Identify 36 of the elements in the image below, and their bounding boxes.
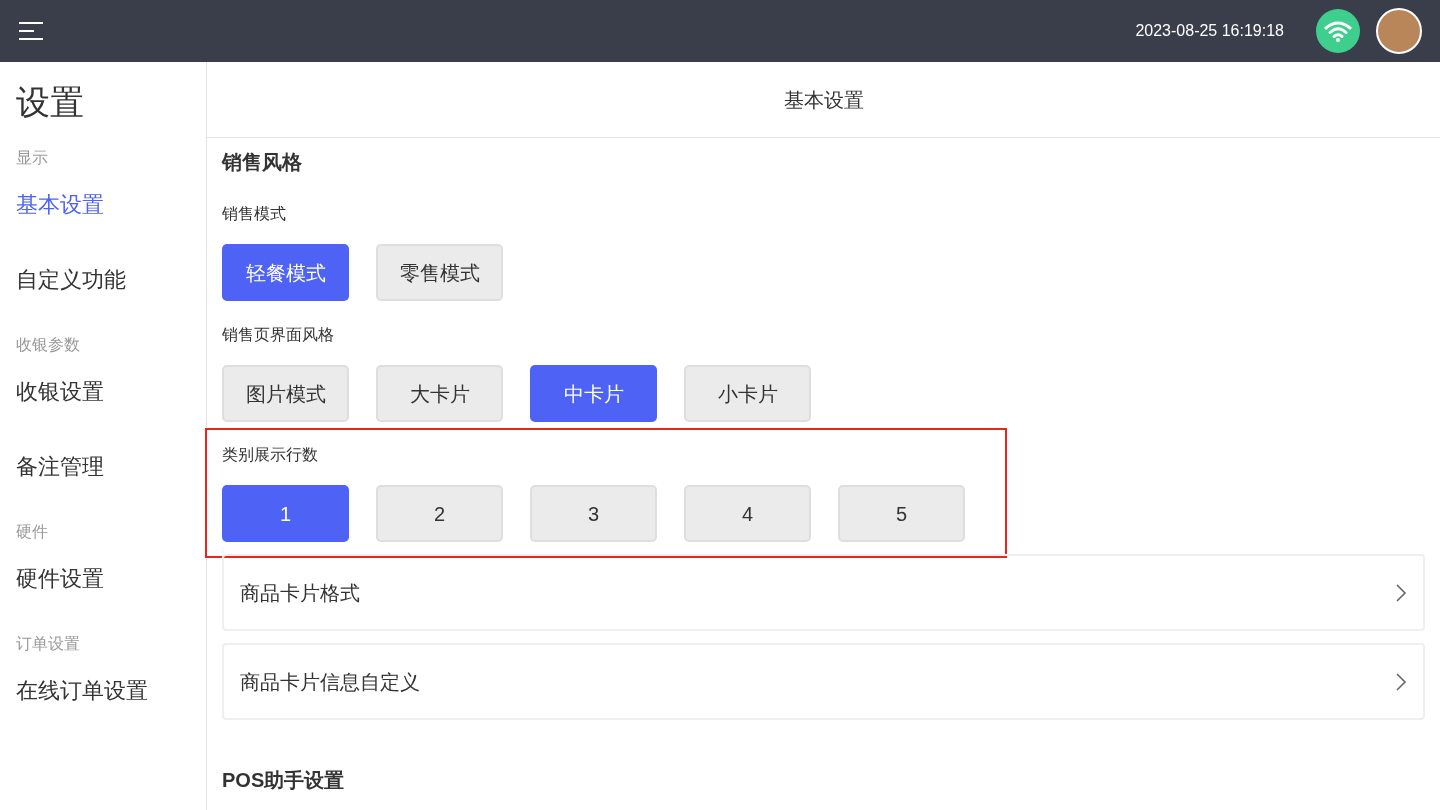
settings-link[interactable]: 商品卡片信息自定义 [222,643,1425,720]
option-button[interactable]: 大卡片 [376,365,503,422]
chevron-right-icon [1395,582,1407,603]
sidebar-title: 设置 [16,82,85,123]
sidebar-item[interactable]: 自定义功能 [16,242,190,317]
avatar[interactable] [1376,8,1422,54]
group-label: 硬件 [16,522,49,542]
option-button[interactable]: 轻餐模式 [222,244,349,301]
date-time: 2023-08-25 16:19:18 [1135,21,1284,41]
option-button[interactable]: 3 [530,485,657,542]
group-label: 收银参数 [16,335,81,355]
wifi-icon[interactable] [1316,9,1360,53]
settings-link[interactable]: 商品卡片格式 [222,554,1425,631]
sidebar-item[interactable]: 收银设置 [16,354,190,429]
option-button[interactable]: 1 [222,485,349,542]
section-heading: 销售风格 [222,150,303,174]
option-button[interactable]: 小卡片 [684,365,811,422]
sidebar-item[interactable]: 在线订单设置 [16,653,190,728]
section-heading: POS助手设置 [222,768,346,792]
chevron-right-icon [1395,671,1407,692]
sidebar-item[interactable]: 基本设置 [16,167,190,242]
option-button[interactable]: 零售模式 [376,244,503,301]
option-button[interactable]: 中卡片 [530,365,657,422]
menu-icon[interactable] [18,21,44,41]
option-label: 销售模式 [222,204,287,224]
option-button[interactable]: 5 [838,485,965,542]
group-label: 订单设置 [16,634,81,654]
option-button[interactable]: 2 [376,485,503,542]
option-button[interactable]: 图片模式 [222,365,349,422]
option-button[interactable]: 4 [684,485,811,542]
option-label: 类别展示行数 [222,445,319,465]
sidebar-item[interactable]: 硬件设置 [16,541,190,616]
group-label: 显示 [16,148,49,168]
page-title: 基本设置 [207,62,1440,138]
sidebar-item[interactable]: 备注管理 [16,429,190,504]
option-label: 销售页界面风格 [222,325,335,345]
